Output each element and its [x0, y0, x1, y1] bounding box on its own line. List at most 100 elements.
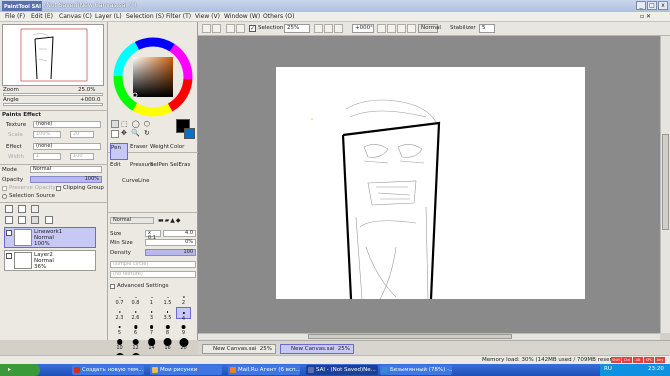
- min-size-slider[interactable]: 0%: [145, 239, 196, 246]
- brush-mode-select[interactable]: Normal: [110, 217, 154, 224]
- rotate-right-icon[interactable]: [387, 24, 396, 33]
- brush-preset-9[interactable]: 9: [176, 322, 191, 336]
- brush-preset-3[interactable]: 3: [144, 307, 159, 321]
- secondary-color-swatch[interactable]: [184, 128, 195, 139]
- maximize-button[interactable]: □: [647, 1, 657, 10]
- brush-preset-12[interactable]: 12: [128, 337, 143, 351]
- opacity-slider[interactable]: 100%: [30, 176, 102, 183]
- menu-view[interactable]: View (V): [195, 13, 220, 20]
- brush-preset-3-5[interactable]: 3.5: [160, 307, 175, 321]
- zoom-out-icon[interactable]: [314, 24, 323, 33]
- brush-preset-8[interactable]: 8: [160, 322, 175, 336]
- canvas-area[interactable]: [198, 36, 660, 333]
- new-layer-icon[interactable]: [5, 205, 13, 213]
- tool-seleras[interactable]: SelEras: [170, 162, 190, 168]
- tool-curve[interactable]: Curve: [122, 178, 138, 184]
- taskbar-item-3[interactable]: Mail.Ru Агент (6 всп...: [228, 365, 300, 375]
- document-tab-1[interactable]: New Canvas.sai 25%: [202, 344, 276, 354]
- eye-icon[interactable]: [6, 253, 12, 259]
- tool-eraser[interactable]: Eraser: [130, 144, 148, 150]
- deselect-icon[interactable]: [226, 24, 235, 33]
- brush-preset-2-6[interactable]: 2.6: [128, 307, 143, 321]
- brush-texture-select[interactable]: (no texture): [110, 271, 196, 278]
- menu-file[interactable]: File (F): [5, 13, 25, 20]
- zoom-reset-icon[interactable]: [334, 24, 343, 33]
- brush-preset-5[interactable]: 5: [112, 322, 127, 336]
- brush-preset-20[interactable]: 20: [176, 337, 191, 351]
- horizontal-scroll-thumb[interactable]: [308, 334, 512, 339]
- brush-preset-4[interactable]: 4: [176, 307, 191, 322]
- wheel-mode-icon[interactable]: [111, 120, 119, 128]
- redo-icon[interactable]: [212, 24, 221, 33]
- brush-shape-select[interactable]: (simple circle): [110, 261, 196, 268]
- layer-row-layer2[interactable]: Layer2 Normal 36%: [4, 250, 96, 271]
- width-num-field[interactable]: 100: [70, 153, 94, 160]
- rgb-slider-icon[interactable]: [111, 130, 119, 138]
- layer-mode-select[interactable]: Normal: [30, 166, 102, 173]
- invert-selection-icon[interactable]: [236, 24, 245, 33]
- color-wheel[interactable]: [112, 36, 194, 118]
- advanced-settings-checkbox[interactable]: [110, 284, 115, 289]
- zoom-slider[interactable]: [3, 93, 103, 96]
- taskbar-item-1[interactable]: Создать новую тем...: [72, 365, 144, 375]
- flip-icon[interactable]: [407, 24, 416, 33]
- new-folder-icon[interactable]: [31, 205, 39, 213]
- language-indicator[interactable]: RU: [604, 366, 612, 372]
- tool-edit[interactable]: Edit: [110, 162, 121, 168]
- size-slider[interactable]: 4.0: [163, 230, 196, 237]
- stabilizer-select[interactable]: 5: [479, 24, 495, 33]
- document-tab-2[interactable]: New Canvas.sai 25%: [280, 344, 354, 354]
- scale-num-field[interactable]: 20: [70, 131, 94, 138]
- brush-preset-6[interactable]: 6: [128, 322, 143, 336]
- menu-filter[interactable]: Filter (T): [166, 13, 191, 20]
- minimize-button[interactable]: _: [636, 1, 646, 10]
- new-set-icon[interactable]: [18, 205, 26, 213]
- clear-layer-icon[interactable]: [45, 216, 53, 224]
- width-field[interactable]: 1: [33, 153, 61, 160]
- delete-layer-icon[interactable]: [31, 216, 39, 224]
- texture-select[interactable]: (none): [33, 121, 101, 128]
- tool-line[interactable]: Line: [138, 178, 149, 184]
- menu-layer[interactable]: Layer (L): [95, 13, 122, 20]
- rotate-reset-icon[interactable]: [397, 24, 406, 33]
- brush-preset-1-5[interactable]: 1.5: [160, 292, 175, 306]
- angle-slider[interactable]: [3, 103, 103, 106]
- scale-field[interactable]: 100%: [33, 131, 61, 138]
- merge-down-icon[interactable]: [18, 216, 26, 224]
- brush-preset-2[interactable]: 2: [176, 292, 191, 306]
- effect-select[interactable]: (none): [33, 143, 101, 150]
- menu-others[interactable]: Others (O): [263, 13, 294, 20]
- tool-selpen[interactable]: SelPen: [150, 162, 168, 168]
- brush-preset-0-7[interactable]: 0.7: [112, 292, 127, 306]
- rotate-left-icon[interactable]: [377, 24, 386, 33]
- selection-checkbox[interactable]: ✓: [249, 25, 256, 32]
- tool-pen[interactable]: Pen: [110, 143, 128, 160]
- size-multiplier-select[interactable]: x 0.1: [145, 230, 161, 241]
- close-button[interactable]: x: [658, 1, 668, 10]
- density-slider[interactable]: 100: [145, 249, 196, 256]
- menu-window[interactable]: Window (W): [224, 13, 260, 20]
- menu-selection[interactable]: Selection (S): [126, 13, 164, 20]
- selection-source-radio[interactable]: [2, 194, 7, 199]
- canvas-paper[interactable]: [276, 67, 585, 300]
- start-button[interactable]: ▸: [0, 364, 40, 376]
- vertical-scroll-thumb[interactable]: [662, 134, 669, 230]
- brush-preset-0-8[interactable]: 0.8: [128, 292, 143, 306]
- brush-preset-2-3[interactable]: 2.3: [112, 307, 127, 321]
- brush-preset-10[interactable]: 10: [112, 337, 127, 351]
- preserve-opacity-checkbox[interactable]: [2, 186, 7, 191]
- zoom-select[interactable]: 25%: [284, 24, 310, 33]
- tool-weight[interactable]: Weight: [150, 144, 169, 150]
- brush-preset-1[interactable]: 1: [144, 292, 159, 306]
- blend-mode-select[interactable]: Normal: [418, 24, 441, 33]
- tool-color[interactable]: Color: [170, 144, 184, 150]
- layer-row-linework1[interactable]: Linework1 Normal 100%: [4, 227, 96, 248]
- eye-icon[interactable]: [6, 230, 12, 236]
- brush-preset-7[interactable]: 7: [144, 322, 159, 336]
- menu-restore-icon[interactable]: ▫ ✕: [640, 13, 651, 20]
- taskbar-item-5[interactable]: Безымянный (78%) -...: [380, 365, 452, 375]
- zoom-in-icon[interactable]: [324, 24, 333, 33]
- vertical-scrollbar[interactable]: [660, 36, 670, 333]
- menu-edit[interactable]: Edit (E): [31, 13, 53, 20]
- angle-select[interactable]: +000°: [352, 24, 374, 33]
